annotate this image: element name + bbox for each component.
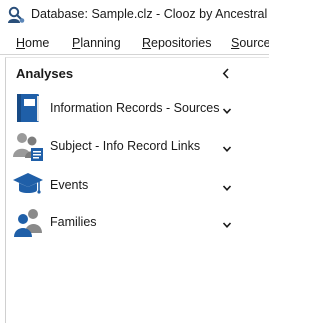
tab-sources[interactable]: Sources bbox=[231, 36, 269, 50]
book-icon bbox=[12, 92, 44, 124]
nav-item-label: Information Records - Sources bbox=[50, 101, 220, 115]
nav-item-families[interactable]: Families bbox=[6, 205, 268, 239]
collapse-panel-button[interactable] bbox=[220, 66, 232, 80]
chevron-down-icon[interactable] bbox=[222, 103, 232, 114]
tab-home[interactable]: Home bbox=[16, 36, 49, 50]
app-window: Database: Sample.clz - Clooz by Ancestra… bbox=[0, 0, 269, 323]
graduation-cap-icon bbox=[12, 169, 44, 201]
window-title: Database: Sample.clz - Clooz by Ancestra… bbox=[31, 7, 269, 21]
people-link-icon bbox=[12, 130, 44, 162]
family-icon bbox=[12, 206, 44, 238]
nav-item-information-records[interactable]: Information Records - Sources bbox=[6, 91, 268, 125]
nav-item-events[interactable]: Events bbox=[6, 168, 268, 202]
chevron-left-icon bbox=[222, 67, 229, 79]
menu-divider bbox=[0, 54, 269, 55]
tab-repositories[interactable]: Repositories bbox=[142, 36, 211, 50]
nav-item-subject-links[interactable]: Subject - Info Record Links bbox=[6, 129, 268, 163]
analyses-panel: Analyses Information Records - Sources S… bbox=[5, 57, 269, 323]
tab-planning[interactable]: Planning bbox=[72, 36, 121, 50]
ribbon-tab-bar: Home Planning Repositories Sources bbox=[0, 30, 269, 54]
chevron-down-icon[interactable] bbox=[222, 141, 232, 152]
app-logo-icon bbox=[6, 5, 26, 25]
nav-item-label: Subject - Info Record Links bbox=[50, 139, 201, 153]
nav-item-label: Events bbox=[50, 178, 89, 192]
title-bar: Database: Sample.clz - Clooz by Ancestra… bbox=[0, 0, 269, 30]
chevron-down-icon[interactable] bbox=[222, 180, 232, 191]
nav-item-label: Families bbox=[50, 215, 97, 229]
chevron-down-icon[interactable] bbox=[222, 217, 232, 228]
panel-title: Analyses bbox=[16, 66, 74, 81]
